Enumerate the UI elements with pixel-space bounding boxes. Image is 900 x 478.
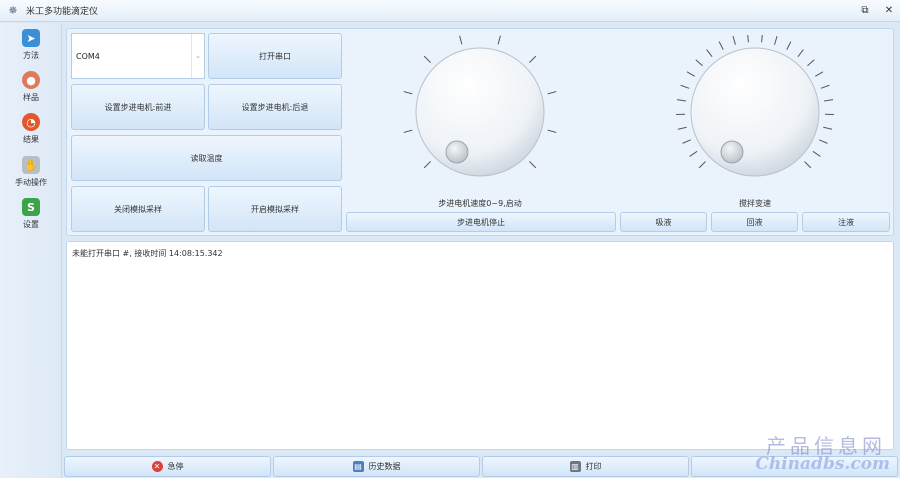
close-simulation-button[interactable]: 关闭模拟采样 bbox=[71, 186, 205, 232]
log-textarea[interactable]: 未能打开串口 #, 接收时间 14:08:15.342 bbox=[66, 241, 894, 450]
chevron-down-icon[interactable]: ⌄ bbox=[191, 34, 204, 78]
dial-tick bbox=[698, 161, 706, 169]
hand-icon: ✋ bbox=[22, 156, 40, 174]
dial-tick bbox=[718, 41, 724, 50]
dial-tick bbox=[459, 35, 463, 45]
title-bar: ✵ 米工多功能滴定仪 ⧉ ✕ bbox=[0, 0, 900, 22]
dial-tick bbox=[547, 91, 557, 95]
sidebar-item-manual[interactable]: ✋ 手动操作 bbox=[0, 156, 62, 196]
app-gear-icon: ✵ bbox=[8, 3, 18, 17]
sidebar: ➤ 方法 ● 样品 ◔ 结果 ✋ 手动操作 S 设置 bbox=[0, 23, 62, 478]
dial-tick bbox=[812, 150, 821, 157]
motor-speed-label: 步进电机速度0~9,启动 bbox=[438, 199, 522, 208]
printer-icon: ▥ bbox=[569, 461, 581, 472]
sidebar-item-method[interactable]: ➤ 方法 bbox=[0, 29, 62, 69]
dial-tick bbox=[680, 84, 690, 89]
dial-tick bbox=[732, 35, 736, 45]
restore-icon[interactable]: ⧉ bbox=[858, 4, 872, 18]
dial-tick bbox=[689, 150, 698, 157]
stop-x-icon: ✕ bbox=[151, 461, 163, 472]
dial-tick bbox=[677, 126, 687, 130]
sidebar-item-label: 样品 bbox=[23, 93, 39, 102]
dial-tick bbox=[804, 161, 812, 169]
motor-forward-button[interactable]: 设置步进电机:前进 bbox=[71, 84, 205, 130]
sidebar-item-label: 方法 bbox=[23, 51, 39, 60]
dial-tick bbox=[814, 71, 824, 77]
inject-button[interactable]: 注液 bbox=[802, 212, 890, 232]
motor-speed-dial[interactable] bbox=[400, 35, 560, 195]
history-data-label: 历史数据 bbox=[368, 462, 401, 471]
open-port-button[interactable]: 打开串口 bbox=[208, 33, 342, 79]
aspirate-button[interactable]: 吸液 bbox=[620, 212, 707, 232]
return-liquid-button[interactable]: 回液 bbox=[711, 212, 798, 232]
sidebar-item-sample[interactable]: ● 样品 bbox=[0, 71, 62, 111]
dial-tick bbox=[403, 129, 413, 133]
sidebar-item-settings[interactable]: S 设置 bbox=[0, 198, 62, 238]
dial-tick bbox=[695, 59, 703, 67]
dial-tick bbox=[761, 35, 763, 43]
dial-tick bbox=[676, 99, 686, 102]
paper-plane-icon: ➤ bbox=[22, 29, 40, 47]
dial-tick bbox=[403, 91, 413, 95]
dial-tick bbox=[686, 71, 696, 77]
motor-speed-knob[interactable] bbox=[415, 47, 545, 177]
sidebar-item-result[interactable]: ◔ 结果 bbox=[0, 113, 62, 153]
window-title: 米工多功能滴定仪 bbox=[26, 7, 99, 17]
dial-tick bbox=[820, 84, 830, 89]
dial-tick bbox=[497, 35, 501, 45]
dial-tick bbox=[819, 139, 828, 144]
sidebar-item-label: 结果 bbox=[23, 135, 39, 144]
print-label: 打印 bbox=[585, 462, 602, 471]
watermark: 产品信息网 Chinadbs.com bbox=[730, 430, 900, 478]
stir-speed-knob[interactable] bbox=[690, 47, 820, 177]
open-simulation-button[interactable]: 开启模拟采样 bbox=[208, 186, 342, 232]
document-icon: ▤ bbox=[352, 461, 364, 472]
stir-speed-knob-indicator bbox=[720, 140, 744, 164]
watermark-en-text: Chinadbs.com bbox=[755, 454, 890, 474]
emergency-stop-label: 急停 bbox=[167, 462, 184, 471]
motor-speed-knob-indicator bbox=[445, 140, 469, 164]
dial-tick bbox=[823, 126, 833, 130]
emergency-stop-button[interactable]: ✕ 急停 bbox=[64, 456, 271, 477]
port-select[interactable]: COM4 ⌄ bbox=[71, 33, 205, 79]
pie-chart-icon: ◔ bbox=[22, 113, 40, 131]
location-pin-icon: ● bbox=[22, 71, 40, 89]
dial-tick bbox=[807, 59, 815, 67]
dial-tick bbox=[786, 41, 792, 50]
port-select-value: COM4 bbox=[76, 52, 100, 61]
dial-tick bbox=[774, 35, 778, 45]
settings-s-icon: S bbox=[22, 198, 40, 216]
dial-tick bbox=[529, 161, 537, 169]
stir-speed-label: 搅拌变速 bbox=[739, 199, 771, 208]
print-button[interactable]: ▥ 打印 bbox=[482, 456, 689, 477]
dial-tick bbox=[423, 55, 431, 63]
dial-tick bbox=[797, 49, 804, 57]
read-temperature-button[interactable]: 读取温度 bbox=[71, 135, 342, 181]
dial-tick bbox=[706, 49, 713, 57]
log-message: 未能打开串口 #, 接收时间 14:08:15.342 bbox=[72, 249, 223, 258]
dial-tick bbox=[824, 99, 834, 102]
dial-tick bbox=[747, 35, 749, 43]
dial-tick bbox=[682, 139, 691, 144]
sidebar-item-label: 设置 bbox=[23, 220, 39, 229]
dial-tick bbox=[423, 161, 431, 169]
motor-backward-button[interactable]: 设置步进电机:后退 bbox=[208, 84, 342, 130]
sidebar-item-label: 手动操作 bbox=[15, 178, 47, 187]
motor-stop-button[interactable]: 步进电机停止 bbox=[346, 212, 616, 232]
history-data-button[interactable]: ▤ 历史数据 bbox=[273, 456, 480, 477]
dial-tick bbox=[529, 55, 537, 63]
stir-speed-dial[interactable] bbox=[675, 35, 835, 195]
dial-tick bbox=[547, 129, 557, 133]
close-icon[interactable]: ✕ bbox=[882, 4, 896, 18]
